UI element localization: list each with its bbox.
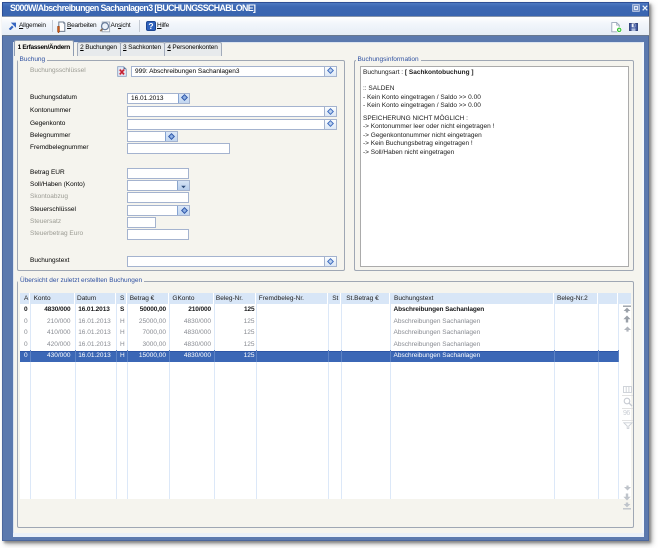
svg-text:?: ? (148, 21, 153, 31)
